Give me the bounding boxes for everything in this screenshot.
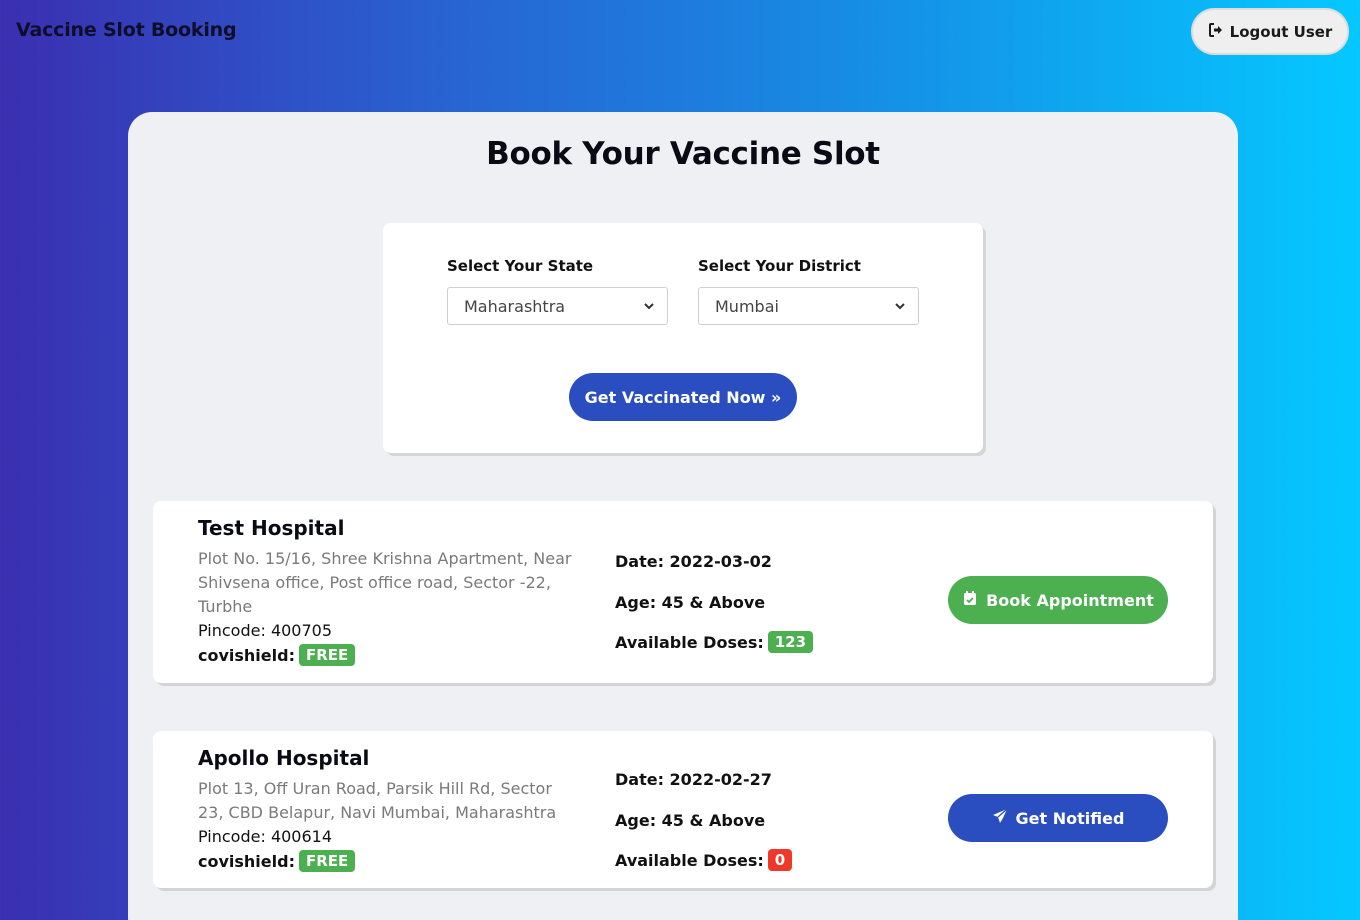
- hospital-card: Apollo Hospital Plot 13, Off Uran Road, …: [153, 731, 1213, 888]
- get-vaccinated-button-label: Get Vaccinated Now »: [584, 387, 782, 407]
- state-select-value: Maharashtra: [464, 296, 566, 316]
- fee-badge: FREE: [298, 644, 356, 666]
- district-label: Select Your District: [698, 257, 861, 275]
- calendar-check-icon: [962, 590, 978, 610]
- slot-date: Date: 2022-02-27: [615, 770, 772, 789]
- available-doses: Available Doses: 0: [615, 849, 793, 871]
- hospital-address: Plot No. 15/16, Shree Krishna Apartment,…: [198, 549, 572, 616]
- brand-title[interactable]: Vaccine Slot Booking: [16, 19, 237, 41]
- available-doses-label: Available Doses:: [615, 632, 764, 652]
- sign-out-icon: [1208, 22, 1224, 42]
- top-navbar: Vaccine Slot Booking Logout User: [0, 0, 1360, 64]
- hospital-card: Test Hospital Plot No. 15/16, Shree Kris…: [153, 501, 1213, 683]
- slot-date: Date: 2022-03-02: [615, 552, 772, 571]
- district-select-value: Mumbai: [715, 296, 779, 316]
- age-limit: Age: 45 & Above: [615, 593, 766, 612]
- doses-count-badge: 123: [767, 631, 814, 653]
- location-selector-card: Select Your State Maharashtra Select You…: [383, 223, 983, 453]
- state-label: Select Your State: [447, 257, 594, 275]
- district-select[interactable]: Mumbai: [698, 287, 919, 325]
- hospital-name: Test Hospital: [198, 516, 345, 540]
- age-limit: Age: 45 & Above: [615, 811, 766, 830]
- hospital-pincode: Pincode: 400614: [198, 827, 333, 846]
- get-vaccinated-button[interactable]: Get Vaccinated Now »: [569, 373, 797, 421]
- hospital-name: Apollo Hospital: [198, 746, 370, 770]
- available-doses: Available Doses: 123: [615, 631, 814, 653]
- logout-button[interactable]: Logout User: [1191, 8, 1349, 55]
- state-select[interactable]: Maharashtra: [447, 287, 668, 325]
- hospital-address: Plot 13, Off Uran Road, Parsik Hill Rd, …: [198, 779, 557, 822]
- vaccine-name: covishield:: [198, 851, 295, 871]
- vaccine-info: covishield: FREE: [198, 644, 356, 666]
- chevron-down-icon: [643, 297, 655, 316]
- vaccine-name: covishield:: [198, 645, 295, 665]
- paper-plane-icon: [992, 808, 1008, 828]
- doses-count-badge: 0: [767, 849, 793, 871]
- get-notified-label: Get Notified: [1015, 808, 1125, 828]
- book-appointment-label: Book Appointment: [986, 590, 1154, 610]
- vaccine-info: covishield: FREE: [198, 850, 356, 872]
- get-notified-button[interactable]: Get Notified: [948, 794, 1168, 842]
- fee-badge: FREE: [298, 850, 356, 872]
- logout-button-label: Logout User: [1229, 22, 1333, 41]
- hospital-pincode: Pincode: 400705: [198, 621, 333, 640]
- available-doses-label: Available Doses:: [615, 850, 764, 870]
- book-appointment-button[interactable]: Book Appointment: [948, 576, 1168, 624]
- chevron-down-icon: [894, 297, 906, 316]
- page-title: Book Your Vaccine Slot: [486, 136, 880, 172]
